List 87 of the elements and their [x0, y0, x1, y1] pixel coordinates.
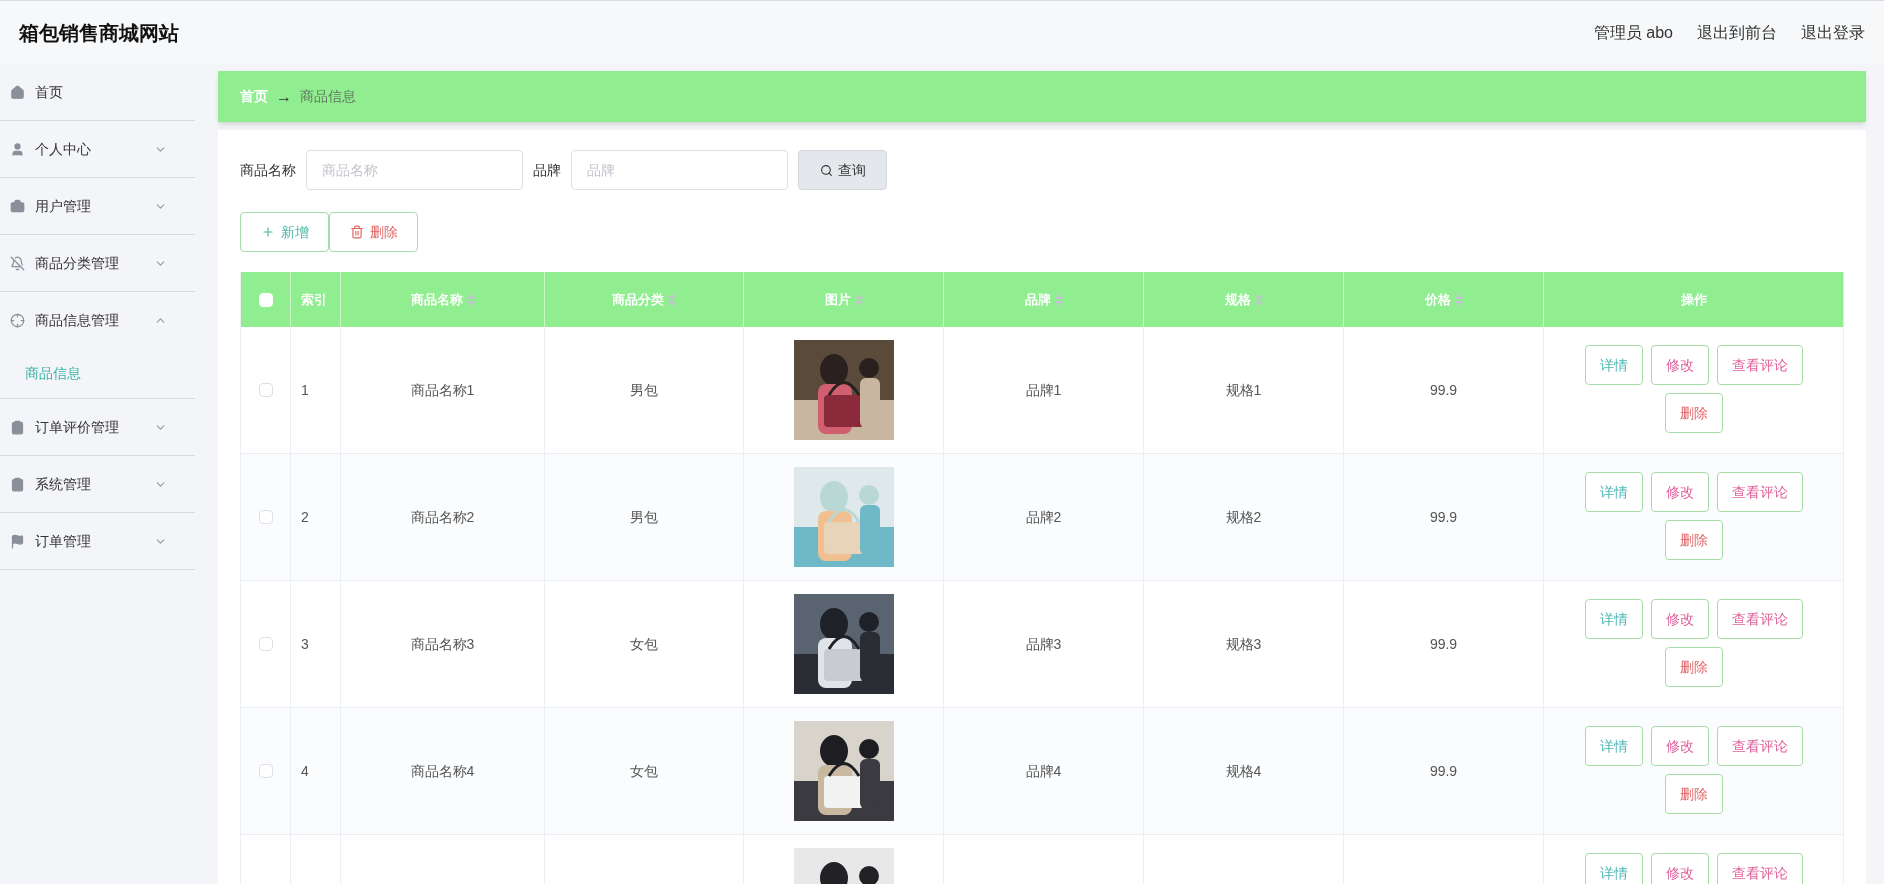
field-label: 品牌: [533, 160, 561, 180]
edit-button[interactable]: 修改: [1650, 853, 1709, 884]
table-cell-text: 商品名称4: [410, 761, 475, 781]
delete-button[interactable]: 删除: [1664, 647, 1723, 687]
table-cell-text: 2: [301, 507, 309, 527]
delete-button[interactable]: 删除: [1664, 774, 1723, 814]
detail-button[interactable]: 详情: [1584, 345, 1643, 385]
comments-button[interactable]: 查看评论: [1716, 472, 1803, 512]
sidebar-item[interactable]: 用户管理: [0, 178, 195, 234]
delete-button[interactable]: 删除: [1664, 393, 1723, 433]
crosshair-icon: [10, 312, 25, 328]
sort-icon[interactable]: [854, 293, 863, 306]
sidebar-item[interactable]: 商品分类管理: [0, 235, 195, 291]
edit-button[interactable]: 修改: [1650, 726, 1709, 766]
table-cell-text: 1: [301, 380, 309, 400]
add-button[interactable]: 新增: [240, 212, 329, 252]
breadcrumb-separator: →: [276, 86, 292, 107]
table-cell-text: 规格4: [1225, 761, 1262, 781]
checkbox[interactable]: [258, 637, 273, 651]
detail-button[interactable]: 详情: [1584, 853, 1643, 884]
sort-icon[interactable]: [466, 293, 475, 306]
detail-button[interactable]: 详情: [1584, 472, 1643, 512]
table-cell-text: 规格1: [1225, 380, 1262, 400]
table-cell-text: 4: [301, 761, 309, 781]
comments-button[interactable]: 查看评论: [1716, 726, 1803, 766]
table-cell-text: 规格3: [1225, 634, 1262, 654]
sort-icon[interactable]: [668, 293, 676, 306]
detail-button[interactable]: 详情: [1584, 599, 1643, 639]
table-cell-text: 商品名称2: [410, 507, 475, 527]
bell-off-icon: [10, 255, 25, 271]
table-cell-text: 女包: [630, 634, 658, 654]
user-label[interactable]: 管理员 abo: [1593, 20, 1673, 45]
edit-button[interactable]: 修改: [1650, 599, 1709, 639]
briefcase-icon: [10, 198, 25, 214]
sort-icon[interactable]: [1254, 293, 1263, 306]
table-cell-text: 99.9: [1429, 380, 1458, 400]
table-cell-text: 3: [301, 634, 309, 654]
table-cell-text: 规格2: [1225, 507, 1262, 527]
search-field[interactable]: 商品名称: [306, 150, 523, 190]
delete-button[interactable]: 删除: [1664, 520, 1723, 560]
table-cell-text: 男包: [630, 380, 658, 400]
table-cell-text: 品牌4: [1025, 761, 1062, 781]
table-cell-text: 99.9: [1429, 507, 1458, 527]
plus-icon: [260, 225, 275, 239]
table-cell-text: 商品名称1: [410, 380, 475, 400]
table-cell-text: 女包: [630, 761, 658, 781]
table-cell-text: 品牌3: [1025, 634, 1062, 654]
sort-icon[interactable]: [1054, 293, 1063, 306]
column-header: 索引: [301, 290, 327, 309]
trash-icon: [349, 225, 364, 239]
sidebar-item[interactable]: 订单管理: [0, 513, 195, 569]
table-cell-text: 商品名称3: [410, 634, 475, 654]
field-label: 商品名称: [240, 160, 296, 180]
header-link[interactable]: 退出登录: [1801, 20, 1865, 45]
checkbox[interactable]: [258, 764, 273, 778]
search-field[interactable]: 品牌: [571, 150, 788, 190]
comments-button[interactable]: 查看评论: [1716, 599, 1803, 639]
delete-button[interactable]: 删除: [329, 212, 418, 252]
site-title: 箱包销售商城网站: [19, 20, 179, 46]
header-link[interactable]: 退出到前台: [1697, 20, 1777, 45]
search-icon: [819, 163, 833, 177]
sidebar-item[interactable]: 首页: [0, 64, 195, 120]
checkbox[interactable]: [258, 383, 273, 397]
checkbox[interactable]: [258, 510, 273, 524]
table-cell-text: 品牌2: [1025, 507, 1062, 527]
sidebar-item[interactable]: 订单评价管理: [0, 399, 195, 455]
detail-button[interactable]: 详情: [1584, 726, 1643, 766]
home-icon: [10, 84, 25, 100]
flag-icon: [10, 533, 25, 549]
comments-button[interactable]: 查看评论: [1716, 853, 1803, 884]
table-cell-text: 99.9: [1429, 634, 1458, 654]
user-icon: [10, 141, 25, 157]
table-cell-text: 男包: [630, 507, 658, 527]
sort-icon[interactable]: [1454, 293, 1463, 306]
table-cell-text: 品牌1: [1025, 380, 1062, 400]
column-header: 操作: [1680, 290, 1707, 309]
comments-button[interactable]: 查看评论: [1716, 345, 1803, 385]
edit-button[interactable]: 修改: [1650, 345, 1709, 385]
table-cell-text: 99.9: [1429, 761, 1458, 781]
search-button[interactable]: 查询: [798, 150, 887, 190]
clipboard-icon: [10, 419, 25, 435]
sidebar-item[interactable]: 系统管理: [0, 456, 195, 512]
sidebar-item[interactable]: 个人中心: [0, 121, 195, 177]
breadcrumb-link[interactable]: 商品信息: [300, 86, 356, 107]
sidebar-item[interactable]: 商品信息管理: [0, 292, 195, 348]
edit-button[interactable]: 修改: [1650, 472, 1709, 512]
sidebar-subitem[interactable]: 商品信息: [0, 348, 195, 398]
